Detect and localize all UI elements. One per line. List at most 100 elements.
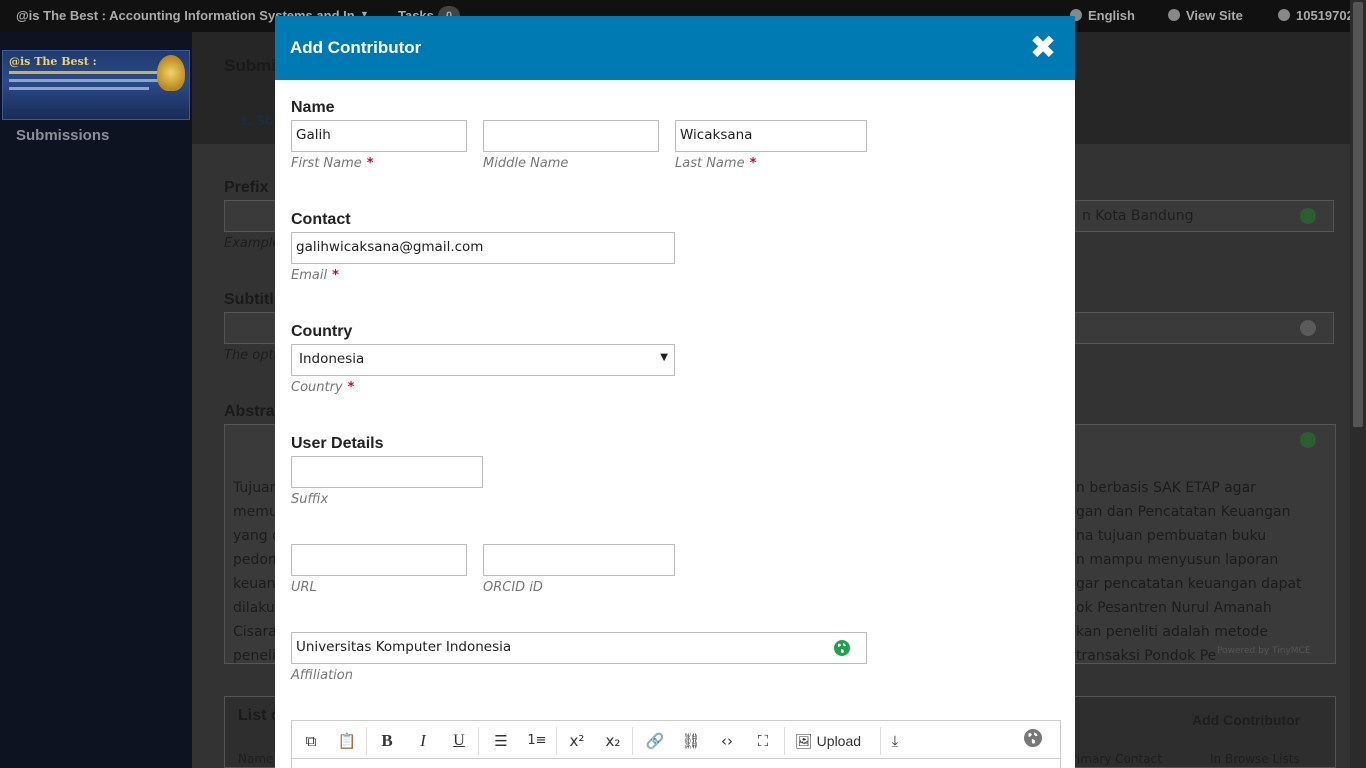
abstract-line: ok Pesantren Nurul Amanah	[1076, 600, 1272, 616]
close-icon[interactable]: ✖	[1027, 31, 1059, 64]
superscript-icon[interactable]: x²	[564, 729, 590, 753]
logo-line	[9, 79, 159, 82]
globe-icon[interactable]	[1300, 208, 1316, 224]
col-in-browse-lists: In Browse Lists	[1210, 752, 1300, 766]
abstract-line: transaksi Pondok Pe	[1076, 648, 1217, 664]
copy-icon[interactable]: ⧉	[298, 729, 324, 753]
abstract-line: dilaku	[233, 600, 275, 616]
abstract-line: n mampu menyusun laporan	[1076, 552, 1279, 568]
abstract-line: Tujuan	[233, 480, 279, 496]
suffix-label: Suffix	[291, 492, 329, 507]
user-label: 10519702	[1296, 8, 1354, 23]
scrollbar-thumb[interactable]	[1353, 2, 1363, 427]
modal-title: Add Contributor	[290, 38, 422, 57]
abstract-line: gan dan Pencatatan Keuangan	[1076, 504, 1291, 520]
subtitle-hint: The opti	[224, 348, 278, 363]
orcid-label: ORCID iD	[483, 580, 543, 595]
subscript-icon[interactable]: x₂	[600, 729, 626, 753]
abstract-line: kan peneliti adalah metode	[1076, 624, 1269, 640]
abstract-line: memu	[233, 504, 278, 520]
logo-line	[9, 71, 159, 74]
image-icon: 🖼	[795, 733, 817, 749]
bold-icon[interactable]: B	[374, 729, 400, 753]
sidebar: @is The Best : Submissions	[0, 32, 192, 768]
italic-icon[interactable]: I	[410, 729, 436, 753]
name-section-label: Name	[291, 99, 335, 116]
col-primary-contact: rimary Contact	[1072, 752, 1162, 766]
toolbar-divider	[366, 727, 367, 755]
journal-logo[interactable]: @is The Best :	[2, 50, 190, 120]
globe-icon[interactable]	[1300, 432, 1316, 448]
first-name-label-text: First Name	[291, 156, 362, 171]
abstract-label: Abstra	[224, 403, 275, 420]
contact-section-label: Contact	[291, 211, 351, 228]
email-label: Email *	[291, 268, 339, 283]
page-title: Submi	[224, 56, 276, 75]
link-icon[interactable]: 🔗	[642, 729, 668, 753]
download-icon[interactable]: ⤓	[882, 729, 908, 753]
eye-icon	[1168, 9, 1180, 21]
toolbar-divider	[478, 727, 479, 755]
sidebar-item-submissions[interactable]: Submissions	[16, 127, 109, 144]
modal-header: Add Contributor ✖	[275, 16, 1075, 80]
globe-icon[interactable]	[1300, 320, 1316, 336]
country-label: Country *	[291, 380, 354, 395]
prefix-hint: Example	[224, 236, 281, 251]
logo-line	[9, 87, 149, 90]
required-mark: *	[347, 380, 355, 395]
numbered-list-icon[interactable]: 1≡	[524, 729, 550, 753]
user-menu[interactable]: 10519702	[1278, 8, 1354, 23]
contributors-title: List c	[238, 707, 280, 724]
paste-icon[interactable]: 📋	[334, 729, 360, 753]
bio-editor[interactable]: ⧉ 📋 B I U ☰ 1≡ x² x₂ 🔗 ⛓ ‹› ⛶ 🖼 Upload ⤓	[291, 720, 1061, 768]
required-mark: *	[749, 156, 757, 171]
required-mark: *	[366, 156, 374, 171]
globe-icon[interactable]	[1024, 729, 1042, 747]
url-field[interactable]	[291, 544, 467, 576]
country-label-text: Country	[291, 380, 343, 395]
fullscreen-icon[interactable]: ⛶	[750, 729, 776, 753]
affiliation-field[interactable]: Universitas Komputer Indonesia	[291, 632, 867, 664]
bullet-list-icon[interactable]: ☰	[488, 729, 514, 753]
suffix-field[interactable]	[291, 456, 483, 488]
code-icon[interactable]: ‹›	[714, 729, 740, 753]
prefix-right-text: n Kota Bandung	[1082, 208, 1194, 224]
col-name: Name	[238, 752, 274, 766]
view-site-label: View Site	[1186, 8, 1243, 23]
unlink-icon[interactable]: ⛓	[678, 729, 704, 753]
prefix-label: Prefix	[224, 179, 269, 196]
first-name-field[interactable]: Galih	[291, 120, 467, 152]
page-scrollbar[interactable]	[1350, 0, 1366, 768]
last-name-field[interactable]: Wicaksana	[675, 120, 867, 152]
view-site-link[interactable]: View Site	[1168, 8, 1243, 23]
abstract-line: na tujuan pembuatan buku	[1076, 528, 1267, 544]
abstract-line: gar pencatatan keuangan dapat	[1076, 576, 1302, 592]
powered-by-tinymce[interactable]: Powered by TinyMCE	[1217, 646, 1311, 656]
underline-icon[interactable]: U	[446, 729, 472, 753]
middle-name-field[interactable]	[483, 120, 659, 152]
toolbar-divider	[632, 727, 633, 755]
abstract-line: Cisara	[233, 624, 277, 640]
add-contributor-link[interactable]: Add Contributor	[1192, 712, 1300, 728]
abstract-line: keuan	[233, 576, 276, 592]
language-menu[interactable]: English	[1070, 8, 1135, 23]
email-field[interactable]: galihwicaksana@gmail.com	[291, 232, 675, 264]
upload-image-button[interactable]: 🖼 Upload	[795, 729, 861, 753]
first-name-label: First Name *	[291, 156, 374, 171]
add-contributor-modal: Add Contributor ✖ Name Galih First Name *…	[275, 16, 1075, 768]
globe-icon[interactable]	[834, 640, 850, 656]
subtitle-label: Subtitl	[224, 291, 274, 308]
country-section-label: Country	[291, 323, 353, 340]
abstract-line: yang d	[233, 528, 281, 544]
country-select[interactable]: Indonesia ▼	[291, 344, 675, 376]
logo-text: @is The Best :	[9, 55, 97, 68]
user-details-section-label: User Details	[291, 435, 384, 452]
url-label: URL	[291, 580, 317, 595]
middle-name-label: Middle Name	[483, 156, 569, 171]
required-mark: *	[332, 268, 339, 283]
orcid-field[interactable]	[483, 544, 675, 576]
toolbar-divider	[784, 727, 785, 755]
toolbar-divider	[556, 727, 557, 755]
tab-step-1[interactable]: 1. Sta	[240, 112, 277, 128]
editor-toolbar: ⧉ 📋 B I U ☰ 1≡ x² x₂ 🔗 ⛓ ‹› ⛶ 🖼 Upload ⤓	[292, 721, 1060, 759]
